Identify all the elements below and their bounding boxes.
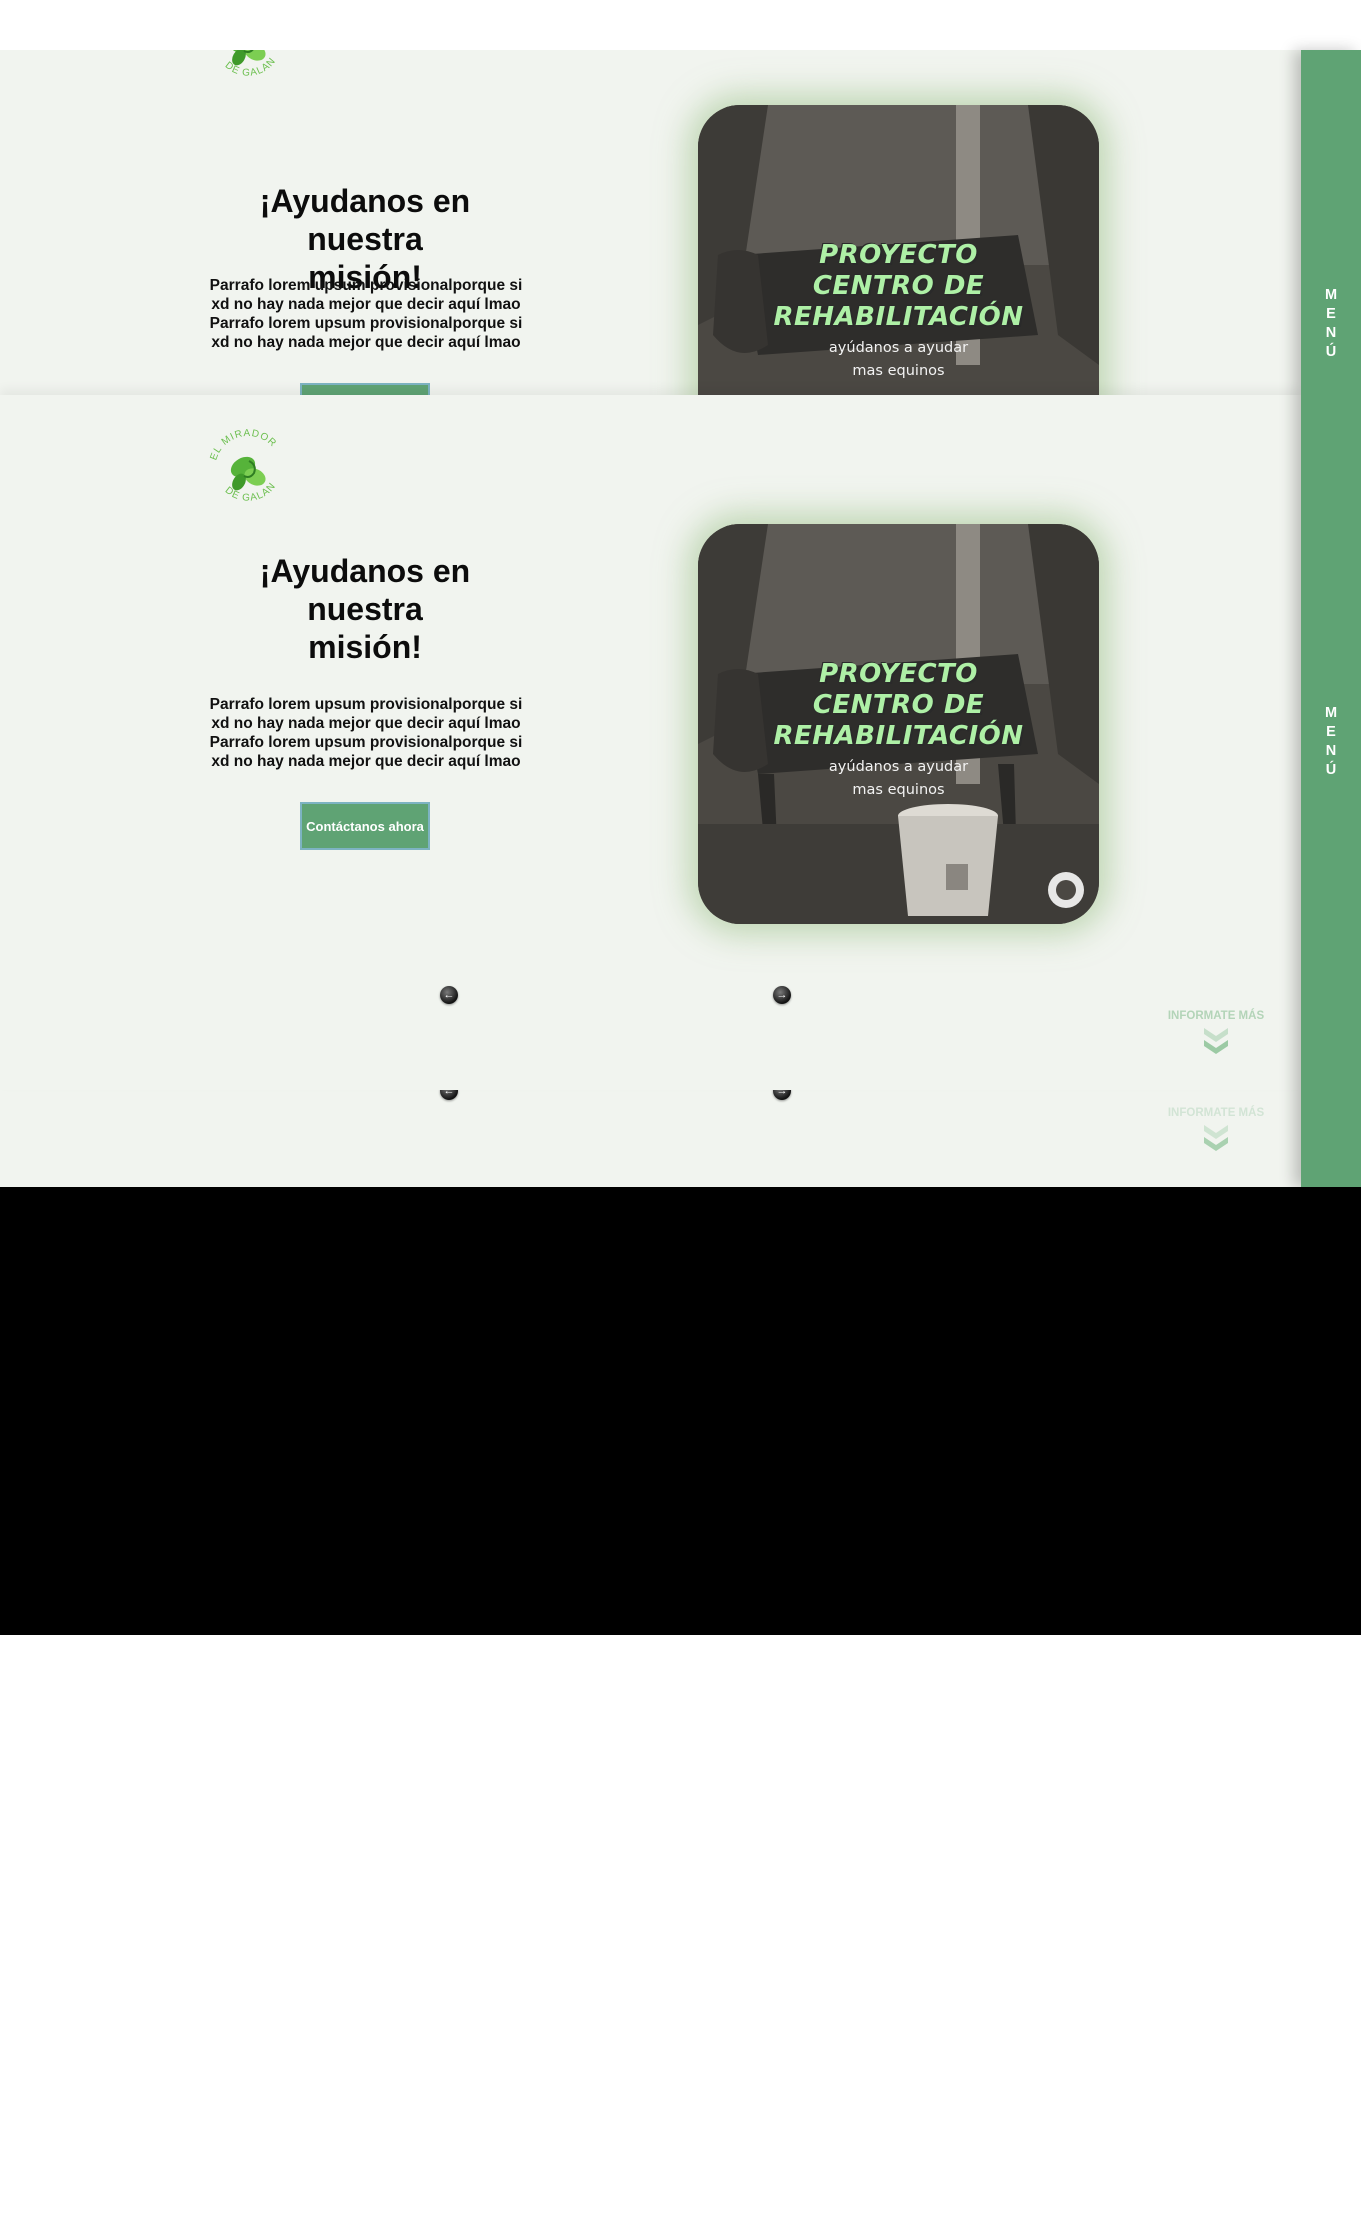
- hero-slide-next: ← → INFORMATE MÁS: [0, 1090, 1301, 1187]
- svg-text:EL MIRADOR: EL MIRADOR: [208, 428, 278, 462]
- double-chevron-down-icon: [1204, 1125, 1228, 1151]
- brand-logo[interactable]: EL MIRADOR DE GALAN: [205, 427, 291, 517]
- menu-button[interactable]: M E N Ú: [1301, 704, 1361, 780]
- project-poster: PROYECTO CENTRO DE REHABILITACIÓN ayúdan…: [698, 105, 1099, 395]
- heading-line: ¡Ayudanos en nuestra: [259, 553, 471, 627]
- arrow-left-icon: ←: [443, 989, 455, 1001]
- heading-line: misión!: [308, 629, 422, 665]
- leaf-logo-icon: EL MIRADOR DE GALAN: [208, 428, 279, 504]
- project-poster: PROYECTO CENTRO DE REHABILITACIÓN ayúdan…: [698, 524, 1099, 924]
- brand-logo[interactable]: EL MIRADOR DE GALAN: [205, 50, 291, 92]
- carousel-prev-button[interactable]: ←: [440, 1090, 458, 1100]
- hero-paragraph: Parrafo lorem upsum provisionalporque si…: [209, 277, 523, 351]
- menu-sidebar: M E N Ú M E N Ú: [1301, 50, 1361, 1187]
- carousel-next-button[interactable]: →: [773, 1090, 791, 1100]
- arrow-left-icon: ←: [443, 1090, 455, 1097]
- scroll-more-link[interactable]: INFORMATE MÁS: [1160, 1107, 1272, 1155]
- carousel-prev-button[interactable]: ←: [440, 986, 458, 1004]
- carousel-next-button[interactable]: →: [773, 986, 791, 1004]
- contact-button[interactable]: Contáctanos ahora: [300, 802, 430, 850]
- menu-button[interactable]: M E N Ú: [1301, 286, 1361, 362]
- hero-paragraph: Parrafo lorem upsum provisionalporque si…: [209, 696, 523, 770]
- hero-slide-previous: EL MIRADOR DE GALAN ¡Ayudanos en nuestra…: [0, 50, 1301, 395]
- hero-heading: ¡Ayudanos en nuestra misión!: [205, 552, 525, 666]
- svg-text:DE GALAN: DE GALAN: [223, 481, 279, 504]
- poster-title: PROYECTO CENTRO DE REHABILITACIÓN: [773, 240, 1024, 332]
- arrow-right-icon: →: [776, 989, 788, 1001]
- poster-title: PROYECTO CENTRO DE REHABILITACIÓN: [773, 659, 1024, 751]
- arrow-right-icon: →: [776, 1090, 788, 1097]
- scroll-more-link[interactable]: INFORMATE MÁS: [1160, 1010, 1272, 1058]
- poster-subtitle: ayúdanos a ayudar mas equinos: [828, 340, 969, 379]
- hero-slide: EL MIRADOR DE GALAN ¡Ayudanos en nuestra…: [0, 395, 1301, 1090]
- leaf-logo-icon: EL MIRADOR DE GALAN: [223, 50, 279, 79]
- contact-button[interactable]: Contáctanos ahora: [300, 383, 430, 395]
- double-chevron-down-icon: [1204, 1028, 1228, 1054]
- heading-line: ¡Ayudanos en nuestra: [259, 183, 471, 257]
- svg-text:DE GALAN: DE GALAN: [223, 56, 279, 79]
- black-section: [0, 1187, 1361, 1635]
- poster-subtitle: ayúdanos a ayudar mas equinos: [828, 759, 969, 798]
